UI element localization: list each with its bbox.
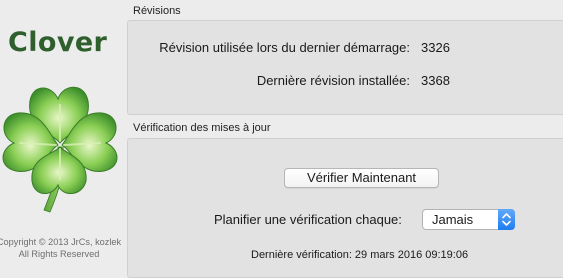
updown-chevron-icon[interactable] — [498, 209, 515, 230]
revisions-group-box: Révision utilisée lors du dernier démarr… — [127, 20, 563, 115]
schedule-popup[interactable]: Jamais — [422, 209, 515, 230]
updates-section-title: Vérification des mises à jour — [133, 122, 271, 134]
copyright-text: Copyright © 2013 JrCs, kozlek All Rights… — [0, 236, 124, 260]
settings-pane: Révisions Révision utilisée lors du dern… — [124, 0, 563, 278]
last-boot-revision-label: Révision utilisée lors du dernier démarr… — [159, 40, 410, 55]
schedule-popup-value: Jamais — [432, 212, 474, 227]
app-title: Clover — [8, 27, 108, 58]
installed-revision-value: 3368 — [421, 73, 450, 88]
last-check-text: Dernière vérification: 29 mars 2016 09:1… — [251, 249, 469, 261]
check-now-button[interactable]: Vérifier Maintenant — [284, 168, 439, 188]
schedule-label: Planifier une vérification chaque: — [214, 212, 402, 227]
copyright-line-2: All Rights Reserved — [18, 249, 100, 259]
revisions-section-title: Révisions — [133, 5, 181, 17]
last-boot-revision-value: 3326 — [421, 40, 450, 55]
copyright-line-1: Copyright © 2013 JrCs, kozlek — [0, 237, 122, 247]
clover-logo-icon — [2, 86, 118, 213]
installed-revision-label: Dernière révision installée: — [256, 73, 410, 88]
brand-pane: Clover Copyright © 2013 JrCs, kozlek All… — [0, 0, 124, 275]
